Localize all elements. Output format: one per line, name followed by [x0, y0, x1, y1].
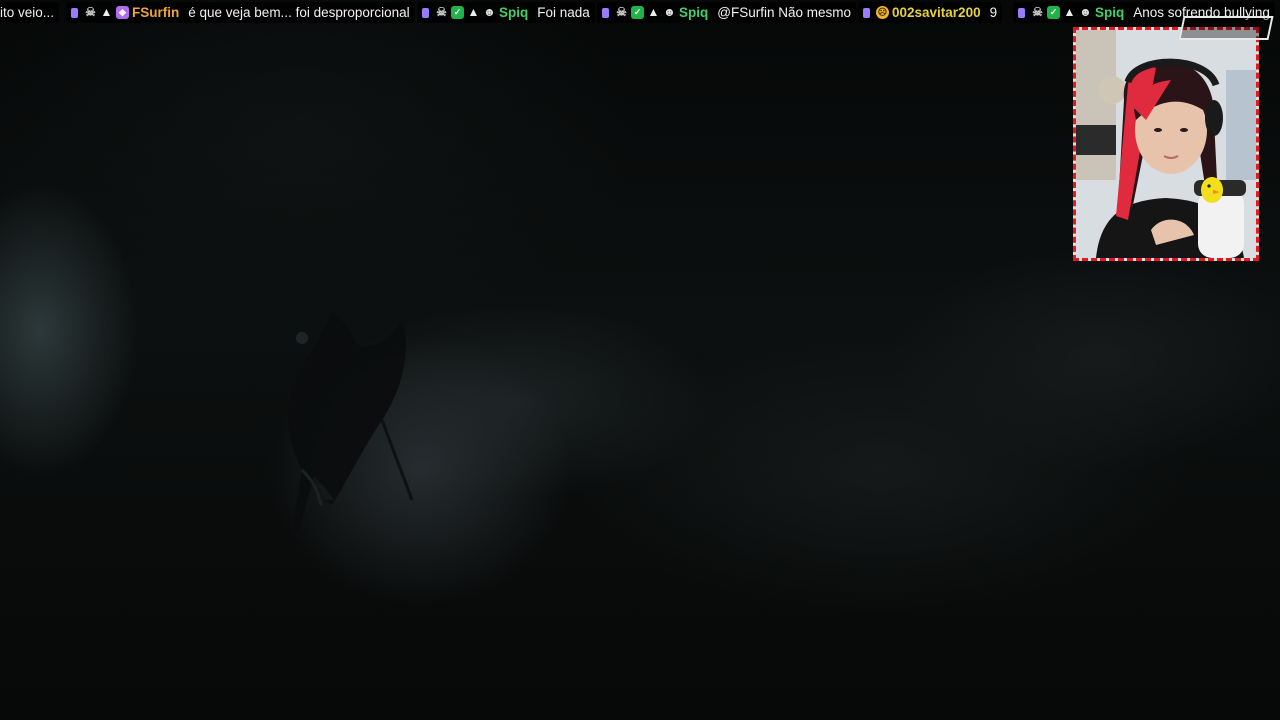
prediction-icon: ☹	[876, 6, 889, 19]
chat-message: ☠ ✓ ▲ ☻ Spiq @FSurfin Não mesmo	[597, 2, 856, 23]
chat-ticker: ito veio... ☠ ▲ ◈ FSurfin é que veja bem…	[0, 0, 1280, 26]
chat-message-text: 9	[989, 5, 998, 20]
sub-icon	[71, 7, 78, 18]
chat-username[interactable]: FSurfin	[132, 5, 179, 20]
glitch-icon: ☠	[1032, 5, 1043, 19]
chat-message-text: ito veio...	[0, 5, 55, 20]
sub-icon	[1018, 7, 1025, 18]
mod-icon: ✓	[451, 6, 464, 19]
glitch-icon: ☠	[616, 5, 627, 19]
hat-icon: ▲	[467, 5, 480, 19]
chat-username[interactable]: 002savitar200	[892, 5, 981, 20]
hat-icon: ▲	[1063, 5, 1076, 19]
chat-message-text: Foi nada	[537, 5, 590, 20]
sub-icon	[422, 7, 429, 18]
glitch-icon: ☠	[436, 5, 447, 19]
chat-message-text: @FSurfin Não mesmo	[717, 5, 851, 20]
chat-username[interactable]: Spiq	[679, 5, 708, 20]
skull-icon: ☻	[483, 5, 496, 19]
chat-message: ☠ ▲ ◈ FSurfin é que veja bem... foi desp…	[66, 2, 415, 23]
streamer-camera-feed	[1076, 30, 1256, 258]
chat-message: ☹ 002savitar200 9	[858, 2, 1003, 23]
mod-icon: ✓	[1047, 6, 1060, 19]
chat-username[interactable]: Spiq	[499, 5, 528, 20]
sub-icon	[863, 7, 870, 18]
hat-icon: ▲	[647, 5, 660, 19]
hat-icon: ▲	[100, 5, 113, 19]
webcam-overlay	[1073, 27, 1259, 261]
chat-username[interactable]: Spiq	[1095, 5, 1124, 20]
skull-icon: ☻	[1079, 5, 1092, 19]
sub-icon	[602, 7, 609, 18]
creature-silhouette	[287, 310, 414, 532]
chat-message: ito veio...	[0, 2, 60, 23]
chat-message-text: é que veja bem... foi desproporcional	[188, 5, 410, 20]
mod-icon: ✓	[631, 6, 644, 19]
skull-icon: ☻	[663, 5, 676, 19]
chat-message: ☠ ✓ ▲ ☻ Spiq Foi nada	[417, 2, 595, 23]
glitch-icon: ☠	[85, 5, 96, 19]
webcam-frame-decoration	[1178, 16, 1274, 40]
gift-icon: ◈	[116, 6, 129, 19]
